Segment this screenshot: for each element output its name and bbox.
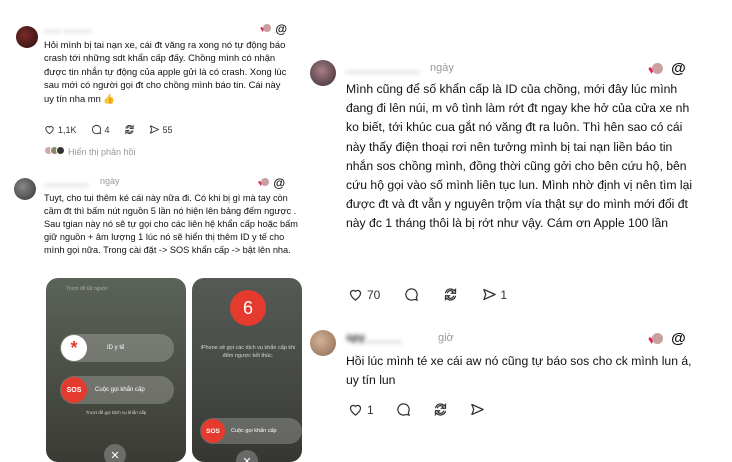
sos-label: SOS (206, 427, 220, 435)
threads-logo-icon: @ (275, 22, 288, 36)
slide-emergency-caption: Trượt để gọi Dịch vụ khẩn cấp (85, 410, 147, 415)
liked-by-author-icon: ♥ (258, 177, 270, 189)
sos-slider[interactable]: SOS Cuộc gọi khẩn cấp (200, 418, 302, 444)
like-count: 1,1K (58, 124, 77, 135)
countdown-caption: iPhone sẽ gọi các dịch vụ khẩn cấp khi đ… (200, 345, 296, 359)
comment-card-3: ____________ ngày ♥ @ Mình cũng để số kh… (302, 44, 702, 316)
timestamp: giờ (438, 332, 454, 344)
action-bar: 70 1 (348, 287, 507, 302)
share-button[interactable] (470, 402, 485, 417)
attached-image-power-menu[interactable]: Trượt để tắt nguồn * ID y tế SOS Cuộc gọ… (46, 278, 186, 462)
view-replies-link[interactable]: Hiển thị phản hồi (44, 146, 136, 157)
threads-logo-icon: @ (671, 330, 686, 347)
comment-button[interactable]: 4 (91, 124, 110, 135)
share-count: 55 (162, 124, 173, 135)
liked-by-author-icon: ♥ (648, 61, 664, 77)
share-button[interactable]: 1 (482, 287, 507, 302)
header-icons: ♥ @ (260, 22, 287, 36)
sos-knob: SOS (61, 377, 87, 403)
threads-logo-icon: @ (273, 176, 286, 190)
avatar[interactable] (16, 26, 38, 48)
comment-card-1: ___ _____ ♥ @ Hỏi mình bị tai nạn xe, cá… (10, 10, 292, 162)
repost-icon (445, 287, 457, 302)
share-icon (470, 403, 484, 416)
action-bar: 1 (348, 402, 485, 417)
avatar[interactable] (310, 60, 336, 86)
comment-text: Mình cũng để số khẩn cấp là ID của chồng… (346, 82, 693, 231)
like-count: 1 (367, 402, 374, 417)
repost-button[interactable] (124, 124, 135, 135)
header-icons: ♥ @ (258, 176, 285, 190)
comment-count: 4 (104, 124, 110, 135)
comment-button[interactable] (396, 402, 411, 417)
medical-id-knob: * (61, 335, 87, 361)
avatar[interactable] (14, 178, 36, 200)
heart-icon (45, 126, 54, 135)
countdown-number: 6 (230, 290, 266, 326)
close-icon: ✕ (242, 455, 252, 462)
like-button[interactable]: 70 (348, 287, 380, 302)
close-icon: ✕ (110, 449, 120, 462)
view-replies-label: Hiển thị phản hồi (68, 146, 136, 157)
repost-icon (124, 124, 134, 135)
share-icon (149, 125, 159, 134)
share-icon (483, 288, 497, 301)
username[interactable]: spy______ (346, 332, 438, 344)
share-count: 1 (500, 287, 508, 302)
comment-button[interactable] (404, 287, 419, 302)
header-icons: ♥ @ (648, 330, 686, 347)
repost-icon (434, 402, 446, 417)
like-button[interactable]: 1 (348, 402, 374, 417)
comment-icon (396, 403, 410, 417)
comment-card-2: ________ ngày ♥ @ Tuyt, cho tui thêm ké … (10, 170, 302, 462)
heart-icon (349, 404, 362, 416)
like-button[interactable]: 1,1K (44, 124, 77, 135)
comment-text: Hỏi mình bị tai nạn xe, cái đt văng ra x… (44, 39, 287, 104)
action-bar: 1,1K 4 55 (44, 124, 173, 135)
username[interactable]: ________ (44, 176, 96, 187)
comment-icon (91, 124, 101, 135)
medical-id-slider[interactable]: * ID y tế (60, 334, 174, 362)
comment-card-4: spy______ giờ ♥ @ Hồi lúc mình té xe cái… (302, 318, 702, 428)
sos-label: SOS (66, 386, 82, 394)
threads-logo-icon: @ (671, 60, 686, 77)
slide-power-off-caption: Trượt để tắt nguồn (66, 286, 108, 292)
comment-icon (405, 288, 419, 302)
heart-icon (349, 289, 362, 301)
comment-text: Tuyt, cho tui thêm ké cái này nữa đi. Có… (44, 193, 298, 256)
username[interactable]: ___ _____ (44, 22, 104, 33)
repost-button[interactable] (443, 287, 458, 302)
avatar[interactable] (310, 330, 336, 356)
medical-id-label: ID y tế (107, 345, 125, 351)
comment-text: Hồi lúc mình té xe cái aw nó cũng tự báo… (346, 354, 692, 387)
repost-button[interactable] (433, 402, 448, 417)
attached-image-sos-countdown[interactable]: 6 iPhone sẽ gọi các dịch vụ khẩn cấp khi… (192, 278, 302, 462)
sos-slider[interactable]: SOS Cuộc gọi khẩn cấp (60, 376, 174, 404)
timestamp: ngày (430, 62, 454, 74)
liked-by-author-icon: ♥ (648, 331, 664, 347)
asterisk-icon: * (70, 338, 78, 358)
emergency-call-label: Cuộc gọi khẩn cấp (231, 428, 277, 434)
cancel-button[interactable]: ✕ (104, 444, 126, 462)
share-button[interactable]: 55 (149, 124, 173, 135)
header-icons: ♥ @ (648, 60, 686, 77)
timestamp: ngày (100, 176, 120, 186)
emergency-call-label: Cuộc gọi khẩn cấp (95, 387, 145, 393)
sos-knob: SOS (201, 419, 225, 443)
liked-by-author-icon: ♥ (260, 23, 272, 35)
cancel-button[interactable]: ✕ (236, 450, 258, 462)
like-count: 70 (367, 287, 381, 302)
username[interactable]: ____________ (346, 62, 428, 74)
reply-avatars (44, 146, 65, 157)
